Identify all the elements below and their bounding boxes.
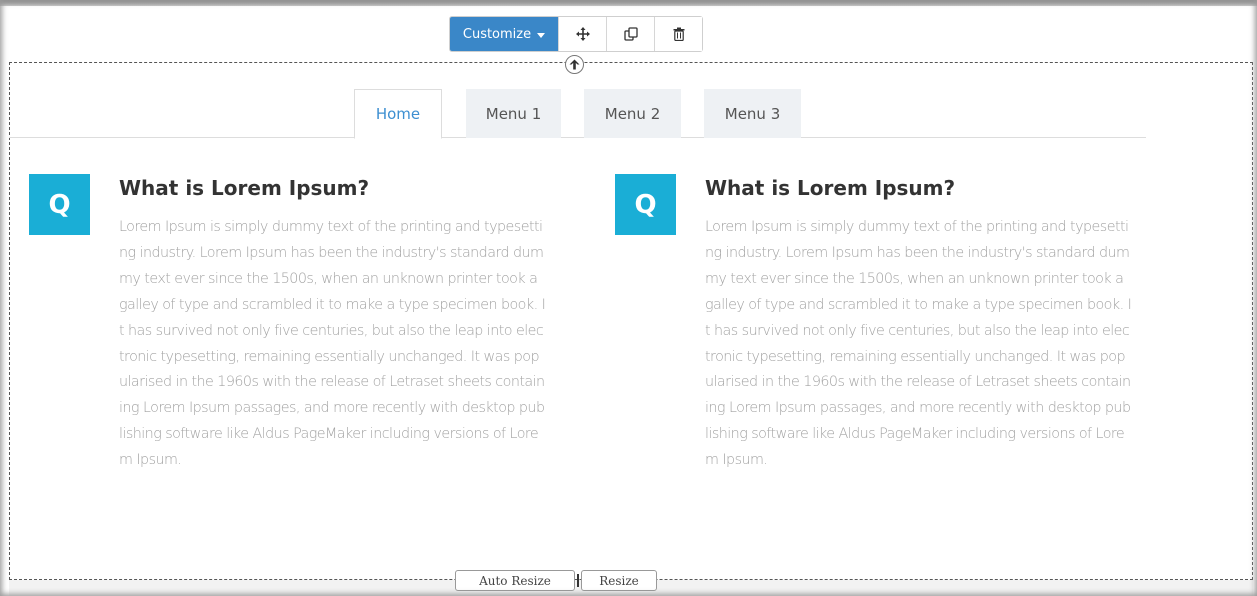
column-title: What is Lorem Ipsum? (119, 176, 370, 200)
column-body: Lorem Ipsum is simply dummy text of the … (705, 219, 1132, 469)
tab-label: Menu 2 (604, 104, 661, 123)
tab-menu-1[interactable]: Menu 1 (466, 89, 561, 138)
window-top-edge (0, 0, 1257, 6)
tab-menu-3[interactable]: Menu 3 (704, 89, 801, 138)
tab-label: Home (375, 105, 421, 123)
auto-resize-button[interactable]: Auto Resize (455, 570, 575, 591)
delete-button[interactable] (654, 17, 702, 51)
block-toolbar: Customize (449, 16, 703, 52)
tab-label: Menu 1 (485, 104, 542, 123)
question-badge: Q (29, 174, 90, 235)
resize-label: Resize (599, 573, 639, 588)
trash-icon (673, 27, 684, 41)
tabs-underline (9, 137, 1146, 138)
move-icon (575, 27, 590, 41)
column-body: Lorem Ipsum is simply dummy text of the … (119, 219, 546, 469)
column-title: What is Lorem Ipsum? (705, 176, 956, 200)
resize-controls: Auto Resize Resize (455, 570, 657, 591)
question-badge: Q (615, 174, 676, 235)
resize-handle-grip-icon (577, 574, 579, 587)
move-button[interactable] (558, 17, 606, 51)
tab-home[interactable]: Home (354, 89, 442, 139)
customize-label: Customize (462, 26, 532, 42)
copy-button[interactable] (606, 17, 654, 51)
arrow-up-icon (569, 59, 580, 70)
auto-resize-label: Auto Resize (479, 573, 551, 588)
move-up-button[interactable] (565, 55, 584, 74)
caret-down-icon (537, 32, 546, 38)
tab-label: Menu 3 (724, 104, 781, 123)
tab-menu-2[interactable]: Menu 2 (584, 89, 681, 138)
customize-button[interactable]: Customize (450, 17, 558, 51)
resize-button[interactable]: Resize (581, 570, 657, 591)
copy-icon (623, 27, 638, 41)
